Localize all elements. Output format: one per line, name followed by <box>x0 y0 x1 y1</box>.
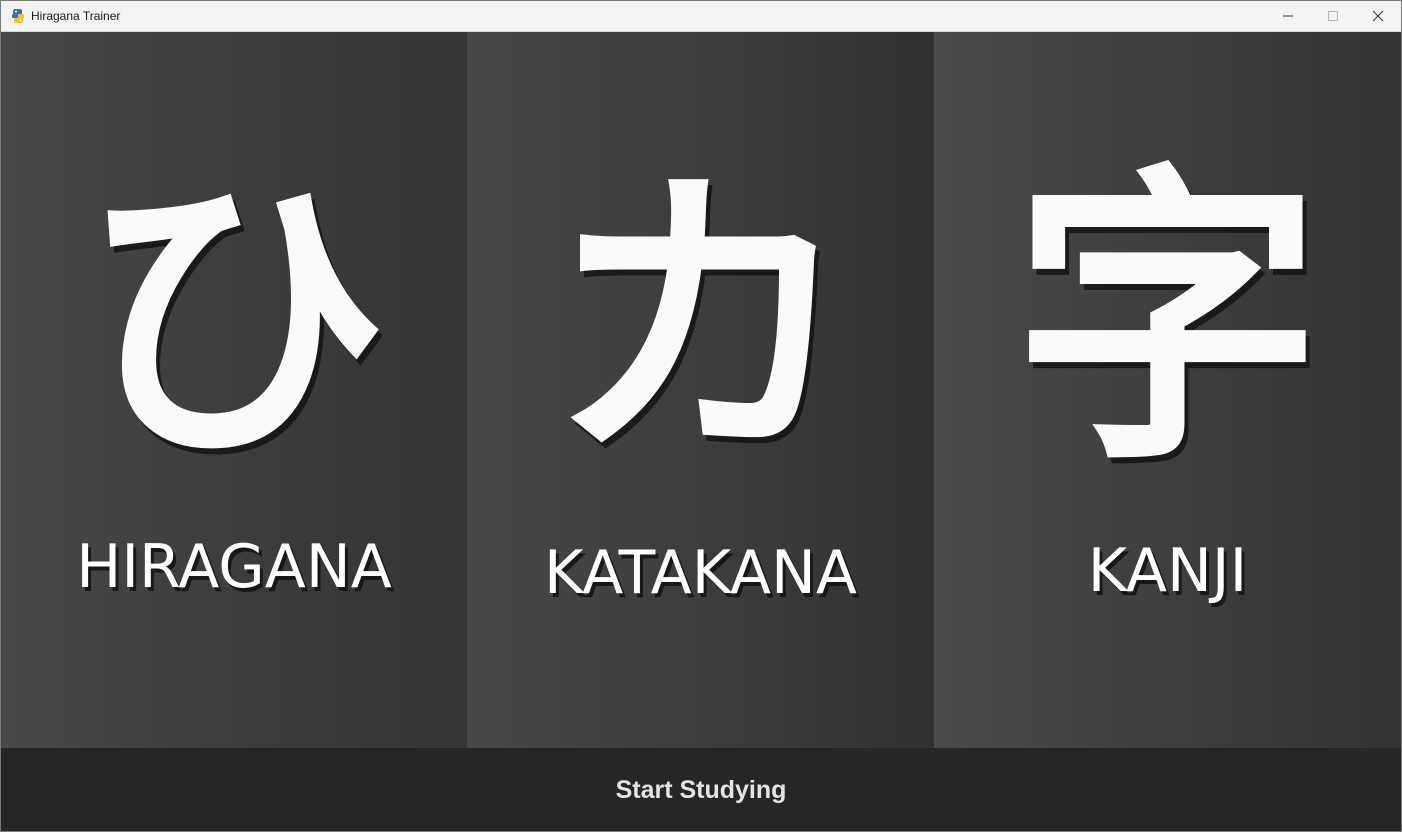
maximize-button[interactable] <box>1310 1 1356 31</box>
minimize-icon <box>1282 7 1294 26</box>
hiragana-label: HIRAGANA <box>76 532 392 602</box>
close-icon <box>1372 7 1384 26</box>
start-studying-button[interactable]: Start Studying <box>1 748 1401 831</box>
window-title: Hiragana Trainer <box>31 9 121 23</box>
minimize-button[interactable] <box>1265 1 1311 31</box>
hiragana-panel[interactable]: ひ HIRAGANA <box>1 32 467 748</box>
main-content: ひ HIRAGANA カ KATAKANA 字 KANJI Start Stud… <box>1 32 1401 831</box>
kanji-panel[interactable]: 字 KANJI <box>934 32 1401 748</box>
hiragana-glyph: ひ <box>79 141 389 502</box>
kanji-label: KANJI <box>1087 536 1248 606</box>
python-icon <box>10 8 26 24</box>
kanji-glyph: 字 <box>1012 141 1323 502</box>
title-bar[interactable]: Hiragana Trainer <box>1 1 1401 32</box>
katakana-label: KATAKANA <box>544 538 857 608</box>
start-studying-label: Start Studying <box>615 776 787 804</box>
close-button[interactable] <box>1355 1 1401 31</box>
maximize-icon <box>1327 7 1339 26</box>
app-window: Hiragana Trainer ひ HIRAGANA カ KATAKANA 字… <box>0 0 1402 832</box>
katakana-glyph: カ <box>545 141 856 502</box>
katakana-panel[interactable]: カ KATAKANA <box>467 32 934 748</box>
